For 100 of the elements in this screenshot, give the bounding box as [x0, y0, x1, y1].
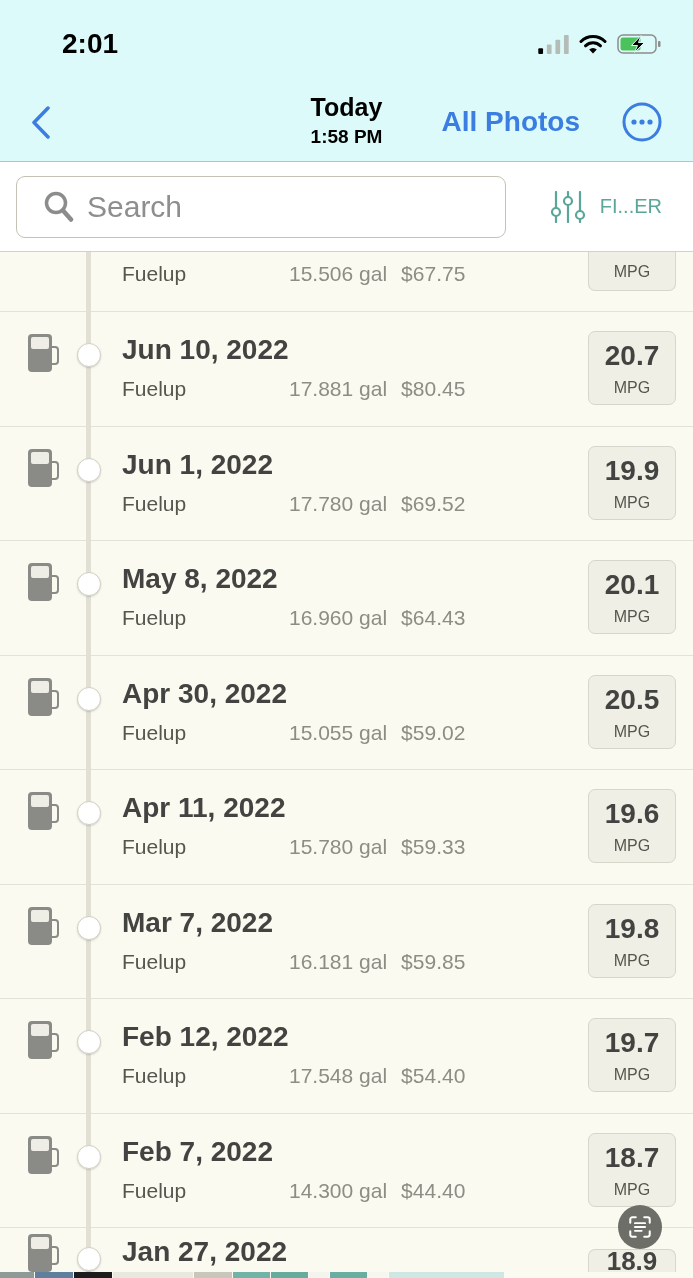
- entry-type: Fuelup: [122, 491, 188, 516]
- fuel-pump-icon: [28, 677, 60, 716]
- photo-thumbnail[interactable]: [389, 1272, 504, 1278]
- fuel-volume: 17.881 gal: [289, 377, 388, 401]
- entry-date: Mar 7, 2022: [122, 906, 274, 939]
- fuel-pump-icon: [28, 448, 60, 487]
- mpg-unit: MPG: [613, 262, 651, 282]
- mpg-value: 19.9: [604, 454, 660, 487]
- mpg-unit: MPG: [613, 1065, 651, 1085]
- mpg-value: 19.7: [604, 1027, 660, 1059]
- status-time: 2:01: [62, 28, 119, 60]
- timeline-dot-icon: [77, 1030, 101, 1054]
- scan-text-button[interactable]: [618, 1205, 662, 1249]
- fuel-volume: 16.960 gal: [289, 606, 388, 630]
- fuel-pump-icon: [28, 1135, 60, 1174]
- mpg-unit: MPG: [613, 721, 651, 742]
- fuel-volume: 17.548 gal: [289, 1064, 388, 1088]
- filter-button[interactable]: FI...ER: [550, 190, 662, 223]
- fuel-cost: $44.40: [401, 1178, 466, 1203]
- mpg-value: 19.8: [604, 912, 660, 945]
- entry-date: Apr 30, 2022: [122, 677, 288, 710]
- photo-thumbnail[interactable]: [0, 1272, 34, 1278]
- fuel-volume: 15.506 gal: [289, 262, 388, 286]
- timeline-dot-icon: [77, 1144, 101, 1169]
- timeline-dot-icon: [77, 1247, 101, 1271]
- photo-thumbnail[interactable]: [233, 1272, 270, 1278]
- mpg-unit: MPG: [613, 1179, 651, 1200]
- more-button[interactable]: [622, 101, 662, 142]
- fuel-pump-icon: [28, 792, 60, 830]
- search-icon: [44, 190, 74, 223]
- timeline-dot-icon: [77, 915, 101, 940]
- fuel-volume: 17.780 gal: [289, 491, 388, 516]
- entry-type: Fuelup: [122, 377, 188, 401]
- text-scan-icon: [629, 1216, 651, 1238]
- fuel-cost: $80.45: [401, 377, 466, 401]
- fuel-pump-icon: [28, 1021, 60, 1059]
- timeline-dot-icon: [77, 572, 101, 596]
- mpg-unit: MPG: [613, 492, 651, 513]
- mpg-unit: MPG: [613, 378, 651, 398]
- mpg-unit: MPG: [613, 950, 651, 971]
- signal-icon: [538, 34, 569, 54]
- fuel-pump-icon: [28, 906, 60, 945]
- entry-type: Fuelup: [122, 606, 188, 630]
- battery-charging-icon: [617, 34, 661, 54]
- fuel-volume: 15.780 gal: [289, 835, 388, 859]
- entry-date: Feb 12, 2022: [122, 1021, 290, 1053]
- fuel-cost: $59.85: [401, 949, 466, 974]
- entry-type: Fuelup: [122, 262, 188, 286]
- photo-thumbnail[interactable]: [271, 1272, 308, 1278]
- photo-thumbnail[interactable]: [74, 1272, 112, 1278]
- mpg-value: 19.6: [604, 798, 660, 830]
- timeline-dot-icon: [77, 343, 101, 367]
- entry-type: Fuelup: [122, 835, 188, 859]
- wifi-icon: [579, 34, 607, 54]
- photo-thumbnail[interactable]: [368, 1272, 388, 1278]
- mpg-value: 20.5: [604, 683, 660, 716]
- entry-date: Jun 1, 2022: [122, 448, 274, 481]
- entry-date: Jun 10, 2022: [122, 334, 290, 366]
- photo-thumbnail[interactable]: [113, 1272, 193, 1278]
- entry-date: May 8, 2022: [122, 563, 279, 595]
- entry-type: Fuelup: [122, 720, 188, 745]
- fuel-cost: $64.43: [401, 606, 466, 630]
- timeline-dot-icon: [77, 457, 101, 482]
- entry-date: Apr 11, 2022: [122, 792, 287, 824]
- mpg-value: 18.7: [604, 1141, 660, 1174]
- entry-type: Fuelup: [122, 1064, 188, 1088]
- mpg-value: 20.1: [604, 569, 660, 601]
- all-photos-button[interactable]: All Photos: [441, 103, 580, 140]
- fuel-volume: 14.300 gal: [289, 1178, 388, 1203]
- photo-thumbnail[interactable]: [194, 1272, 232, 1278]
- timeline-dot-icon: [77, 801, 101, 825]
- mpg-value: 18.9: [606, 1250, 658, 1272]
- fuel-volume: 16.181 gal: [289, 949, 388, 974]
- fuel-cost: $59.33: [401, 835, 466, 859]
- mpg-unit: MPG: [613, 836, 651, 856]
- entry-date: Feb 7, 2022: [122, 1135, 274, 1168]
- entry-type: Fuelup: [122, 949, 188, 974]
- search-field[interactable]: Search: [16, 175, 506, 238]
- entry-date: Jan 27, 2022: [122, 1236, 289, 1268]
- fuel-cost: $54.40: [401, 1064, 466, 1088]
- fuel-pump-icon: [28, 1234, 60, 1272]
- entry-type: Fuelup: [122, 1178, 188, 1203]
- fuel-cost: $59.02: [401, 720, 466, 745]
- mpg-value: 20.7: [604, 340, 660, 372]
- mpg-unit: MPG: [613, 607, 651, 627]
- nav-subtitle: 1:58 PM: [310, 126, 383, 148]
- timeline-dot-icon: [77, 686, 101, 711]
- fuel-pump-icon: [28, 563, 60, 601]
- fuel-cost: $69.52: [401, 491, 466, 516]
- chevron-left-icon: [31, 106, 51, 139]
- photo-thumbnail[interactable]: [309, 1272, 329, 1278]
- more-icon: [622, 101, 662, 142]
- fuel-volume: 15.055 gal: [289, 720, 388, 745]
- photo-thumbnail[interactable]: [35, 1272, 73, 1278]
- sliders-icon: [550, 190, 586, 223]
- fuel-cost: $67.75: [401, 262, 466, 286]
- fuel-pump-icon: [28, 334, 60, 372]
- photo-thumbnail[interactable]: [330, 1272, 367, 1278]
- back-button[interactable]: [29, 104, 53, 141]
- nav-title: Today: [310, 93, 383, 121]
